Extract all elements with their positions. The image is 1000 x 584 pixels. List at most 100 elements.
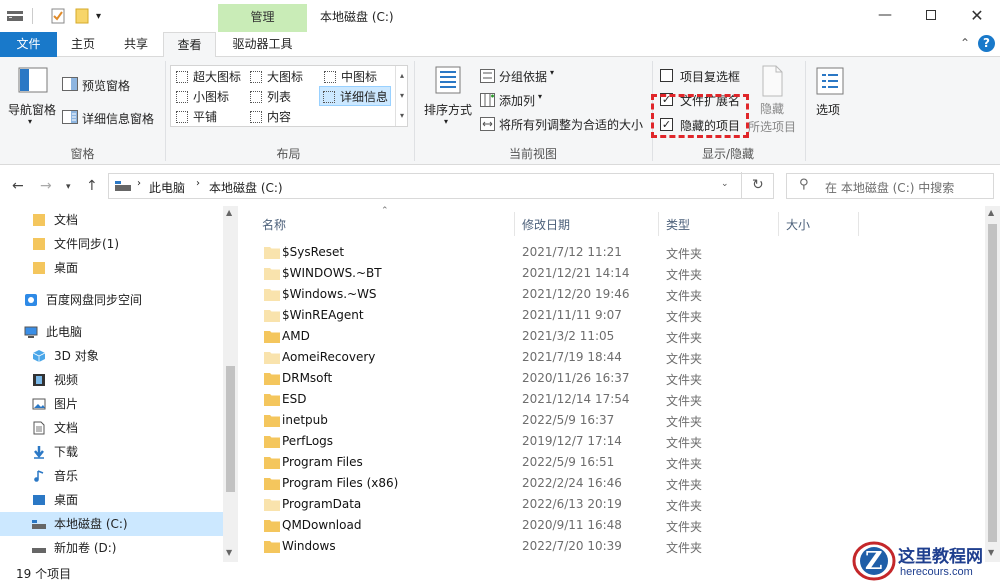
file-list-scroll-thumb[interactable] [988, 224, 997, 542]
add-columns-button[interactable]: 添加列 ▾ [480, 91, 550, 111]
options-button[interactable]: 选项 [810, 65, 850, 125]
group-by-button[interactable]: 分组依据 ▾ [480, 67, 560, 87]
back-button[interactable]: ← [12, 178, 24, 194]
table-row[interactable]: $Windows.~WS 2021/12/20 19:46 文件夹 [256, 284, 956, 305]
file-name: $WinREAgent [282, 308, 364, 322]
navigation-scroll-thumb[interactable] [226, 366, 235, 492]
column-header-size[interactable]: 大小 [786, 216, 810, 233]
show-hide-group-label: 显示/隐藏 [701, 147, 755, 161]
minimize-button[interactable]: — [862, 0, 908, 30]
help-icon[interactable]: ? [978, 35, 995, 52]
scroll-down-icon[interactable]: ▼ [226, 548, 232, 557]
file-list-scrollbar[interactable]: ▲ ▼ [985, 206, 1000, 562]
layout-medium-icons[interactable]: 中图标 [321, 67, 377, 87]
recent-locations-button[interactable]: ▾ [66, 182, 71, 192]
sidebar-item-documents-quick[interactable]: 文档 [0, 208, 223, 232]
folder-icon [33, 262, 45, 274]
item-checkboxes-option[interactable]: 项目复选框 [660, 67, 750, 85]
address-bar[interactable]: › 此电脑 › 本地磁盘 (C:) ⌄ ↻ [108, 172, 774, 199]
table-row[interactable]: ESD 2021/12/14 17:54 文件夹 [256, 389, 956, 410]
table-row[interactable]: inetpub 2022/5/9 16:37 文件夹 [256, 410, 956, 431]
forward-button[interactable]: → [40, 178, 52, 194]
table-row[interactable]: $WINDOWS.~BT 2021/12/21 14:14 文件夹 [256, 263, 956, 284]
hide-selected-button[interactable]: 隐藏 所选项目 [748, 65, 798, 135]
table-row[interactable]: AMD 2021/3/2 11:05 文件夹 [256, 326, 956, 347]
table-row[interactable]: Program Files (x86) 2022/2/24 16:46 文件夹 [256, 473, 956, 494]
layout-large-icons[interactable]: 大图标 [247, 67, 303, 87]
sidebar-item-3d-objects[interactable]: 3D 对象 [0, 344, 223, 368]
breadcrumb-local-disk[interactable]: 本地磁盘 (C:) [209, 179, 283, 196]
table-row[interactable]: $SysReset 2021/7/12 11:21 文件夹 [256, 242, 956, 263]
column-separator[interactable] [514, 212, 515, 236]
sidebar-item-this-pc[interactable]: 此电脑 [0, 320, 223, 344]
watermark-logo: Z 这里教程网 herecours.com [852, 540, 998, 582]
maximize-button[interactable] [908, 0, 954, 30]
explorer-icon[interactable] [6, 9, 24, 23]
new-folder-icon[interactable] [74, 8, 90, 24]
sidebar-item-music[interactable]: 音乐 [0, 464, 223, 488]
size-all-columns-button[interactable]: 将所有列调整为合适的大小 [480, 115, 645, 135]
breadcrumb-this-pc[interactable]: 此电脑 [149, 179, 185, 196]
table-row[interactable]: ProgramData 2022/6/13 20:19 文件夹 [256, 494, 956, 515]
sidebar-item-pictures[interactable]: 图片 [0, 392, 223, 416]
nav-pane-button[interactable]: 导航窗格 ▾ [6, 63, 60, 129]
navigation-scrollbar[interactable]: ▲ ▼ [223, 206, 238, 562]
tab-share[interactable]: 共享 [109, 32, 163, 57]
sidebar-item-new-volume-d[interactable]: 新加卷 (D:) [0, 536, 223, 560]
column-separator[interactable] [858, 212, 859, 236]
scroll-up-icon[interactable]: ▲ [988, 208, 994, 217]
details-pane-button[interactable]: 详细信息窗格 [62, 108, 162, 128]
tab-view[interactable]: 查看 [163, 32, 216, 58]
column-header-name[interactable]: 名称 [262, 216, 286, 233]
manage-context-tab[interactable]: 管理 [218, 4, 307, 32]
layout-details[interactable]: 详细信息 [319, 86, 391, 106]
sidebar-item-local-disk-c[interactable]: 本地磁盘 (C:) [0, 512, 223, 536]
table-row[interactable]: PerfLogs 2019/12/7 17:14 文件夹 [256, 431, 956, 452]
layout-tiles[interactable]: 平铺 [173, 107, 217, 127]
customize-toolbar-icon[interactable]: ▾ [96, 11, 101, 22]
sort-by-button[interactable]: 排序方式 ▾ [420, 63, 476, 131]
properties-icon[interactable] [50, 8, 66, 24]
table-row[interactable]: Program Files 2022/5/9 16:51 文件夹 [256, 452, 956, 473]
table-row[interactable]: Windows 2022/7/20 10:39 文件夹 [256, 536, 956, 557]
sidebar-item-baidu-sync[interactable]: 百度网盘同步空间 [0, 288, 223, 312]
layout-extra-large-icons[interactable]: 超大图标 [173, 67, 241, 87]
layout-scroll[interactable]: ▴ ▾ ▾ [395, 66, 408, 126]
sidebar-item-desktop[interactable]: 桌面 [0, 488, 223, 512]
collapse-ribbon-icon[interactable]: ⌃ [960, 36, 970, 50]
refresh-icon[interactable]: ↻ [752, 177, 764, 193]
table-row[interactable]: AomeiRecovery 2021/7/19 18:44 文件夹 [256, 347, 956, 368]
column-separator[interactable] [778, 212, 779, 236]
layout-content[interactable]: 内容 [247, 107, 291, 127]
preview-pane-button[interactable]: 预览窗格 [62, 75, 162, 95]
layout-small-icons[interactable]: 小图标 [173, 87, 229, 107]
close-button[interactable]: ✕ [954, 0, 1000, 30]
minimize-icon: — [878, 7, 892, 23]
ribbon-separator [805, 61, 806, 161]
sidebar-item-desktop-quick[interactable]: 桌面 [0, 256, 223, 280]
sidebar-item-documents[interactable]: 文档 [0, 416, 223, 440]
file-date: 2020/11/26 16:37 [522, 371, 630, 385]
tab-drive-tools[interactable]: 驱动器工具 [218, 32, 307, 57]
up-button[interactable]: ↑ [86, 178, 98, 194]
sidebar-item-downloads[interactable]: 下载 [0, 440, 223, 464]
table-row[interactable]: DRMsoft 2020/11/26 16:37 文件夹 [256, 368, 956, 389]
layout-list[interactable]: 列表 [247, 87, 291, 107]
item-checkboxes-checkbox[interactable] [660, 69, 673, 82]
column-header-type[interactable]: 类型 [666, 216, 690, 233]
search-box[interactable]: ⚲ 在 本地磁盘 (C:) 中搜索 [786, 173, 994, 199]
table-row[interactable]: QMDownload 2020/9/11 16:48 文件夹 [256, 515, 956, 536]
table-row[interactable]: $WinREAgent 2021/11/11 9:07 文件夹 [256, 305, 956, 326]
list-icon [250, 91, 262, 103]
file-name: QMDownload [282, 518, 362, 532]
tab-file[interactable]: 文件 [0, 32, 57, 57]
address-dropdown-icon[interactable]: ⌄ [721, 179, 729, 189]
column-header-date[interactable]: 修改日期 [522, 216, 570, 233]
sidebar-item-file-sync[interactable]: 文件同步(1) [0, 232, 223, 256]
sidebar-item-videos[interactable]: 视频 [0, 368, 223, 392]
tab-home[interactable]: 主页 [57, 32, 109, 57]
item-count: 19 个项目 [16, 567, 72, 581]
column-separator[interactable] [658, 212, 659, 236]
scroll-up-icon[interactable]: ▲ [226, 208, 232, 217]
sidebar-item-label: 3D 对象 [54, 349, 99, 363]
